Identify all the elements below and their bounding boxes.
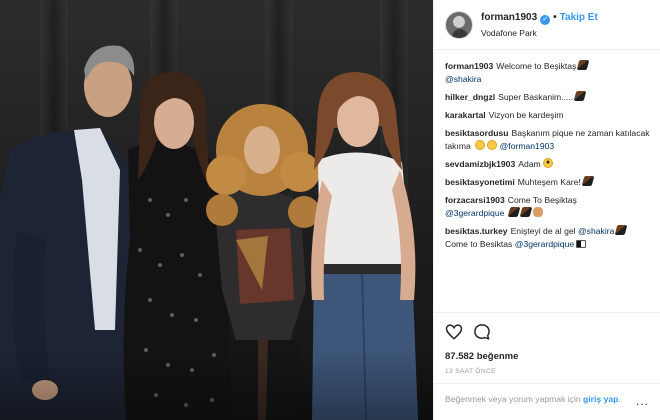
header-user-row: forman1903 ✓ • Takip Et: [481, 12, 598, 25]
login-link[interactable]: giriş yap: [583, 394, 618, 404]
comment-username[interactable]: forzacarsi1903: [445, 195, 505, 205]
comment-text: Come To Beşiktaş: [507, 195, 577, 205]
speech-bubble-icon[interactable]: [472, 322, 492, 342]
comment-item: besiktasyonetimi Muhteşem Kare!: [445, 176, 655, 189]
follow-button[interactable]: Takip Et: [560, 12, 598, 23]
header-username[interactable]: forman1903: [481, 12, 537, 23]
comment-mention[interactable]: @forman1903: [500, 141, 555, 151]
login-prompt-text: Beğenmek veya yorum yapmak için: [445, 394, 581, 404]
comment-username[interactable]: hilker_dngzl: [445, 92, 495, 102]
avatar[interactable]: [445, 11, 473, 39]
eagle-emoji-icon: [573, 91, 587, 101]
eagle-emoji-icon: [519, 207, 533, 217]
smiley-emoji-icon: [475, 140, 486, 150]
heart-outline-icon[interactable]: [444, 322, 464, 342]
post-side-panel: forman1903 ✓ • Takip Et Vodafone Park forma…: [433, 0, 660, 420]
likes-count[interactable]: 87.582 beğenme: [445, 351, 518, 362]
comment-text: Enişteyi de al gel: [510, 226, 576, 236]
login-prompt: Beğenmek veya yorum yapmak için giriş ya…: [434, 383, 660, 405]
comment-text: Welcome to Beşiktaş: [496, 61, 577, 71]
comment-item: forzacarsi1903 Come To Beşiktaş @3gerardp…: [445, 194, 655, 220]
eagle-emoji-icon: [615, 225, 628, 235]
comment-username[interactable]: besiktasyonetimi: [445, 177, 515, 187]
comment-username[interactable]: besiktas.turkey: [445, 226, 508, 236]
eagle-emoji-icon: [577, 60, 590, 70]
comment-item: besiktas.turkey Enişteyi de al gel @shaki…: [445, 225, 655, 251]
sunglasses-emoji-icon: [542, 158, 553, 168]
separator-dot: •: [553, 12, 557, 23]
comment-text: Adam: [518, 159, 541, 169]
comment-text: Muhteşem Kare!: [517, 177, 581, 187]
comment-username[interactable]: karakartal: [445, 110, 486, 120]
comment-text: Super Baskanim.....: [498, 92, 574, 102]
comment-item: forman1903 Welcome to Beşiktaş @shakira: [445, 60, 655, 86]
photo-shadow: [0, 350, 433, 420]
comment-item: sevdamizbjk1903 Adam: [445, 158, 655, 171]
more-options-button[interactable]: ...: [636, 394, 649, 408]
smiley-emoji-icon: [487, 140, 498, 150]
comment-text: Vizyon be kardeşim: [488, 110, 564, 120]
flag-emoji-icon: [576, 240, 587, 248]
comment-mention[interactable]: @shakira: [445, 74, 481, 84]
login-prompt-suffix: .: [618, 394, 621, 404]
verified-badge-icon: ✓: [540, 15, 551, 25]
eagle-emoji-icon: [581, 176, 595, 186]
comment-mention[interactable]: @3gerardpique: [445, 208, 504, 218]
comment-username[interactable]: forman1903: [445, 61, 493, 71]
comment-mention[interactable]: @3gerardpique: [515, 239, 574, 249]
comment-item: hilker_dngzl Super Baskanim.....: [445, 91, 655, 104]
eagle-emoji-icon: [507, 207, 521, 217]
comment-username[interactable]: sevdamizbjk1903: [445, 159, 515, 169]
comments-list: forman1903 Welcome to Beşiktaş @shakira h…: [445, 60, 655, 256]
comment-item: karakartal Vizyon be kardeşim: [445, 109, 655, 122]
comment-mention[interactable]: @shakira: [578, 226, 614, 236]
post-photo[interactable]: [0, 0, 433, 420]
comment-text: Come to Besiktas: [445, 239, 513, 249]
post-timestamp: 13 SAAT ÖNCE: [445, 368, 496, 375]
post-actions: 87.582 beğenme 13 SAAT ÖNCE Beğenmek vey…: [434, 312, 660, 420]
comment-item: besiktasordusu Başkanım pique ne zaman ka…: [445, 127, 655, 153]
comment-username[interactable]: besiktasordusu: [445, 128, 509, 138]
location-link[interactable]: Vodafone Park: [481, 28, 537, 38]
post-header: forman1903 ✓ • Takip Et Vodafone Park: [434, 0, 660, 50]
flexed-biceps-emoji-icon: [532, 207, 543, 217]
